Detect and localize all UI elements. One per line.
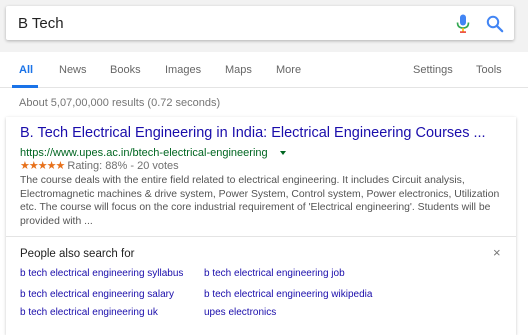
- active-tab-indicator: [12, 85, 38, 88]
- microphone-icon[interactable]: [456, 14, 470, 34]
- search-result-card: B. Tech Electrical Engineering in India:…: [6, 117, 516, 335]
- divider: [6, 236, 516, 237]
- related-search-link[interactable]: b tech electrical engineering job: [204, 268, 345, 279]
- related-search-link[interactable]: b tech electrical engineering salary: [20, 289, 174, 300]
- star-rating-icon: ★★★★★: [20, 160, 65, 172]
- tab-maps[interactable]: Maps: [225, 64, 252, 76]
- people-also-search-title: People also search for: [20, 248, 135, 260]
- rating-text: Rating: 88% - 20 votes: [67, 160, 179, 172]
- search-tabs: All News Books Images Maps More Settings…: [0, 52, 528, 88]
- result-title-link[interactable]: B. Tech Electrical Engineering in India:…: [20, 125, 508, 141]
- tab-more[interactable]: More: [276, 64, 301, 76]
- result-snippet: The course deals with the entire field r…: [20, 174, 510, 228]
- close-icon[interactable]: ×: [493, 245, 501, 260]
- caret-down-icon[interactable]: [280, 151, 286, 155]
- snippet-line: provided with ...: [20, 215, 93, 227]
- related-search-link[interactable]: b tech electrical engineering wikipedia: [204, 289, 372, 300]
- result-url[interactable]: https://www.upes.ac.in/btech-electrical-…: [20, 147, 268, 159]
- related-search-link[interactable]: b tech electrical engineering syllabus: [20, 268, 183, 279]
- result-stats: About 5,07,00,000 results (0.72 seconds): [19, 97, 221, 109]
- related-search-link[interactable]: b tech electrical engineering uk: [20, 307, 158, 318]
- tab-news[interactable]: News: [59, 64, 87, 76]
- search-input[interactable]: [18, 14, 418, 32]
- tab-images[interactable]: Images: [165, 64, 201, 76]
- related-search-link[interactable]: upes electronics: [204, 307, 276, 318]
- tab-books[interactable]: Books: [110, 64, 141, 76]
- snippet-line: The course deals with the entire field r…: [20, 175, 465, 186]
- search-box[interactable]: [6, 6, 514, 40]
- tab-all[interactable]: All: [19, 64, 33, 76]
- search-header: [0, 0, 528, 52]
- search-icon[interactable]: [486, 15, 504, 33]
- snippet-line: etc. The course will focus on the core i…: [20, 202, 491, 214]
- tab-tools[interactable]: Tools: [476, 64, 502, 76]
- tab-settings[interactable]: Settings: [413, 64, 453, 76]
- rating-row: ★★★★★ Rating: 88% - 20 votes: [20, 159, 179, 172]
- snippet-line: Electromagnetic machines & drive system,…: [20, 188, 500, 200]
